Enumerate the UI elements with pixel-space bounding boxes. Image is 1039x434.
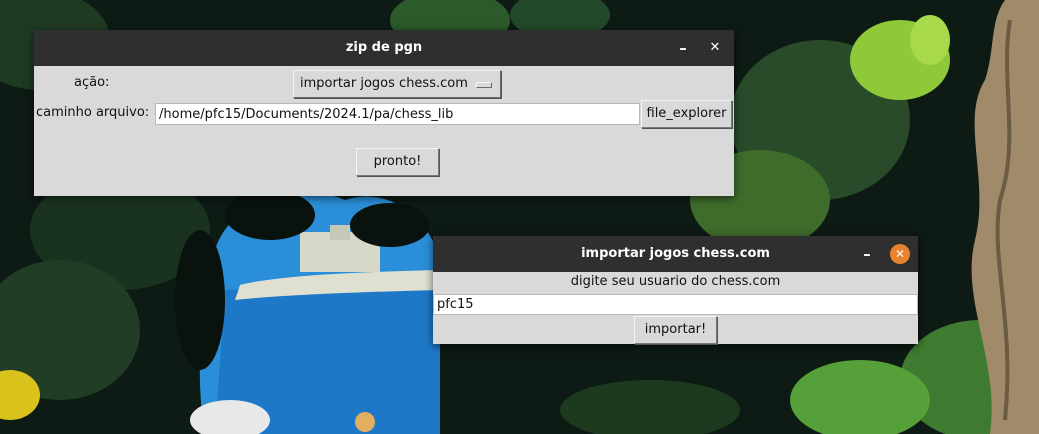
import-dialog-window: importar jogos chess.com – ✕ digite seu …: [433, 236, 918, 344]
username-prompt: digite seu usuario do chess.com: [570, 274, 781, 289]
path-label: caminho arquivo:: [36, 105, 150, 120]
minimize-icon[interactable]: –: [856, 236, 878, 272]
close-icon[interactable]: ✕: [890, 244, 910, 264]
close-icon[interactable]: ✕: [704, 30, 726, 66]
import-dialog-title: importar jogos chess.com: [581, 246, 770, 261]
import-dialog-titlebar[interactable]: importar jogos chess.com – ✕: [433, 236, 918, 272]
dropdown-indicator-icon: [476, 82, 492, 88]
main-window: zip de pgn – ✕ ação: importar jogos ches…: [34, 30, 734, 196]
done-button[interactable]: pronto!: [356, 148, 439, 176]
action-selected-value: importar jogos chess.com: [300, 76, 468, 91]
main-window-titlebar[interactable]: zip de pgn – ✕: [34, 30, 734, 66]
path-input[interactable]: [155, 103, 640, 125]
file-explorer-button[interactable]: file_explorer: [641, 100, 732, 128]
minimize-icon[interactable]: –: [672, 30, 694, 66]
username-input[interactable]: [433, 294, 918, 315]
main-window-title: zip de pgn: [345, 40, 423, 55]
action-label: ação:: [74, 75, 110, 90]
action-select[interactable]: importar jogos chess.com: [293, 70, 501, 98]
import-button[interactable]: importar!: [634, 316, 717, 344]
